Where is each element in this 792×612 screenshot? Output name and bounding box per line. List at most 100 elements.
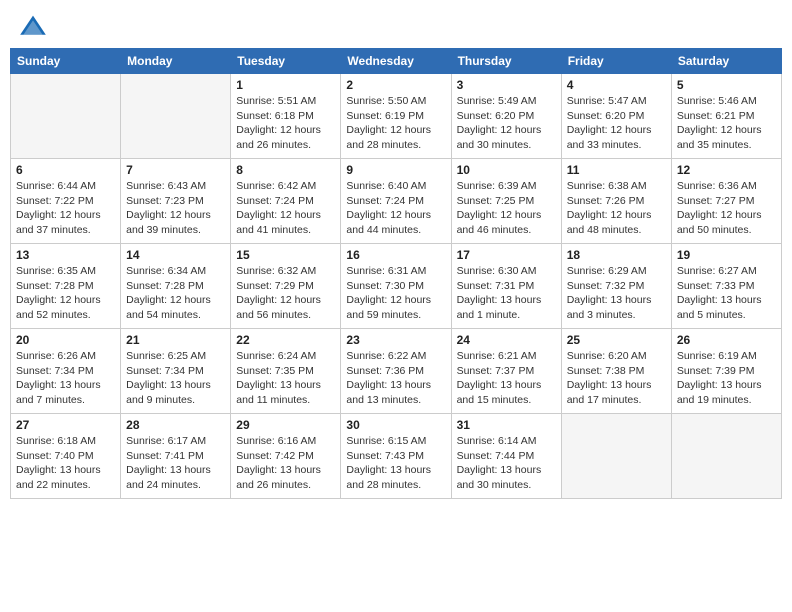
day-info: Sunrise: 6:44 AMSunset: 7:22 PMDaylight:… <box>16 179 115 238</box>
day-number: 3 <box>457 78 556 92</box>
day-info: Sunrise: 6:38 AMSunset: 7:26 PMDaylight:… <box>567 179 666 238</box>
day-info: Sunrise: 6:36 AMSunset: 7:27 PMDaylight:… <box>677 179 776 238</box>
day-info: Sunrise: 6:16 AMSunset: 7:42 PMDaylight:… <box>236 434 335 493</box>
day-number: 29 <box>236 418 335 432</box>
day-number: 31 <box>457 418 556 432</box>
calendar-cell: 15 Sunrise: 6:32 AMSunset: 7:29 PMDayligh… <box>231 244 341 329</box>
calendar-cell <box>11 74 121 159</box>
calendar-cell: 16 Sunrise: 6:31 AMSunset: 7:30 PMDayligh… <box>341 244 451 329</box>
calendar-cell: 13Sunrise: 6:35 AMSunset: 7:28 PMDayligh… <box>11 244 121 329</box>
calendar-cell: 8 Sunrise: 6:42 AMSunset: 7:24 PMDaylight… <box>231 159 341 244</box>
day-number: 4 <box>567 78 666 92</box>
day-number: 6 <box>16 163 115 177</box>
header-saturday: Saturday <box>671 49 781 74</box>
day-number: 16 <box>346 248 445 262</box>
day-info: Sunrise: 6:18 AMSunset: 7:40 PMDaylight:… <box>16 434 115 493</box>
calendar-cell: 27Sunrise: 6:18 AMSunset: 7:40 PMDayligh… <box>11 414 121 499</box>
calendar-cell: 14Sunrise: 6:34 AMSunset: 7:28 PMDayligh… <box>121 244 231 329</box>
week-row-4: 20Sunrise: 6:26 AMSunset: 7:34 PMDayligh… <box>11 329 782 414</box>
day-number: 19 <box>677 248 776 262</box>
header-sunday: Sunday <box>11 49 121 74</box>
day-info: Sunrise: 6:19 AMSunset: 7:39 PMDaylight:… <box>677 349 776 408</box>
day-info: Sunrise: 6:29 AMSunset: 7:32 PMDaylight:… <box>567 264 666 323</box>
day-number: 22 <box>236 333 335 347</box>
week-row-5: 27Sunrise: 6:18 AMSunset: 7:40 PMDayligh… <box>11 414 782 499</box>
day-number: 15 <box>236 248 335 262</box>
logo <box>18 14 52 38</box>
day-number: 5 <box>677 78 776 92</box>
calendar-cell: 28Sunrise: 6:17 AMSunset: 7:41 PMDayligh… <box>121 414 231 499</box>
day-info: Sunrise: 6:42 AMSunset: 7:24 PMDaylight:… <box>236 179 335 238</box>
day-info: Sunrise: 6:43 AMSunset: 7:23 PMDaylight:… <box>126 179 225 238</box>
day-info: Sunrise: 5:50 AMSunset: 6:19 PMDaylight:… <box>346 94 445 153</box>
day-number: 25 <box>567 333 666 347</box>
calendar-cell: 4 Sunrise: 5:47 AMSunset: 6:20 PMDaylight… <box>561 74 671 159</box>
day-number: 12 <box>677 163 776 177</box>
day-number: 28 <box>126 418 225 432</box>
week-row-1: 1 Sunrise: 5:51 AMSunset: 6:18 PMDaylight… <box>11 74 782 159</box>
calendar-cell: 31 Sunrise: 6:14 AMSunset: 7:44 PMDayligh… <box>451 414 561 499</box>
day-info: Sunrise: 6:24 AMSunset: 7:35 PMDaylight:… <box>236 349 335 408</box>
day-info: Sunrise: 6:21 AMSunset: 7:37 PMDaylight:… <box>457 349 556 408</box>
day-number: 8 <box>236 163 335 177</box>
day-info: Sunrise: 5:47 AMSunset: 6:20 PMDaylight:… <box>567 94 666 153</box>
day-number: 30 <box>346 418 445 432</box>
calendar-cell: 29 Sunrise: 6:16 AMSunset: 7:42 PMDayligh… <box>231 414 341 499</box>
calendar-table: SundayMondayTuesdayWednesdayThursdayFrid… <box>10 48 782 499</box>
calendar-cell: 20Sunrise: 6:26 AMSunset: 7:34 PMDayligh… <box>11 329 121 414</box>
calendar-cell: 10 Sunrise: 6:39 AMSunset: 7:25 PMDayligh… <box>451 159 561 244</box>
day-info: Sunrise: 6:15 AMSunset: 7:43 PMDaylight:… <box>346 434 445 493</box>
day-info: Sunrise: 6:30 AMSunset: 7:31 PMDaylight:… <box>457 264 556 323</box>
calendar-cell: 2 Sunrise: 5:50 AMSunset: 6:19 PMDaylight… <box>341 74 451 159</box>
day-number: 9 <box>346 163 445 177</box>
day-info: Sunrise: 6:39 AMSunset: 7:25 PMDaylight:… <box>457 179 556 238</box>
day-info: Sunrise: 6:40 AMSunset: 7:24 PMDaylight:… <box>346 179 445 238</box>
day-number: 1 <box>236 78 335 92</box>
day-number: 23 <box>346 333 445 347</box>
calendar-cell: 25 Sunrise: 6:20 AMSunset: 7:38 PMDayligh… <box>561 329 671 414</box>
calendar-cell <box>121 74 231 159</box>
day-info: Sunrise: 5:51 AMSunset: 6:18 PMDaylight:… <box>236 94 335 153</box>
day-number: 26 <box>677 333 776 347</box>
day-number: 24 <box>457 333 556 347</box>
calendar-cell: 5 Sunrise: 5:46 AMSunset: 6:21 PMDaylight… <box>671 74 781 159</box>
logo-icon <box>18 14 48 38</box>
day-info: Sunrise: 6:31 AMSunset: 7:30 PMDaylight:… <box>346 264 445 323</box>
header-wednesday: Wednesday <box>341 49 451 74</box>
calendar-cell: 26 Sunrise: 6:19 AMSunset: 7:39 PMDayligh… <box>671 329 781 414</box>
day-number: 10 <box>457 163 556 177</box>
week-row-2: 6 Sunrise: 6:44 AMSunset: 7:22 PMDaylight… <box>11 159 782 244</box>
day-info: Sunrise: 6:34 AMSunset: 7:28 PMDaylight:… <box>126 264 225 323</box>
day-info: Sunrise: 6:26 AMSunset: 7:34 PMDaylight:… <box>16 349 115 408</box>
day-info: Sunrise: 5:46 AMSunset: 6:21 PMDaylight:… <box>677 94 776 153</box>
calendar-cell: 21Sunrise: 6:25 AMSunset: 7:34 PMDayligh… <box>121 329 231 414</box>
day-info: Sunrise: 6:20 AMSunset: 7:38 PMDaylight:… <box>567 349 666 408</box>
page-header <box>10 10 782 42</box>
day-info: Sunrise: 6:25 AMSunset: 7:34 PMDaylight:… <box>126 349 225 408</box>
week-row-3: 13Sunrise: 6:35 AMSunset: 7:28 PMDayligh… <box>11 244 782 329</box>
calendar-cell: 3 Sunrise: 5:49 AMSunset: 6:20 PMDaylight… <box>451 74 561 159</box>
day-number: 7 <box>126 163 225 177</box>
day-info: Sunrise: 6:35 AMSunset: 7:28 PMDaylight:… <box>16 264 115 323</box>
calendar-cell: 24 Sunrise: 6:21 AMSunset: 7:37 PMDayligh… <box>451 329 561 414</box>
day-info: Sunrise: 6:14 AMSunset: 7:44 PMDaylight:… <box>457 434 556 493</box>
calendar-cell: 18Sunrise: 6:29 AMSunset: 7:32 PMDayligh… <box>561 244 671 329</box>
day-number: 2 <box>346 78 445 92</box>
calendar-cell: 9 Sunrise: 6:40 AMSunset: 7:24 PMDaylight… <box>341 159 451 244</box>
header-thursday: Thursday <box>451 49 561 74</box>
day-info: Sunrise: 6:27 AMSunset: 7:33 PMDaylight:… <box>677 264 776 323</box>
calendar-cell: 17Sunrise: 6:30 AMSunset: 7:31 PMDayligh… <box>451 244 561 329</box>
calendar-cell <box>671 414 781 499</box>
calendar-cell: 19 Sunrise: 6:27 AMSunset: 7:33 PMDayligh… <box>671 244 781 329</box>
header-monday: Monday <box>121 49 231 74</box>
calendar-cell: 7 Sunrise: 6:43 AMSunset: 7:23 PMDaylight… <box>121 159 231 244</box>
calendar-header-row: SundayMondayTuesdayWednesdayThursdayFrid… <box>11 49 782 74</box>
header-tuesday: Tuesday <box>231 49 341 74</box>
header-friday: Friday <box>561 49 671 74</box>
calendar-cell: 1 Sunrise: 5:51 AMSunset: 6:18 PMDaylight… <box>231 74 341 159</box>
day-number: 11 <box>567 163 666 177</box>
calendar-body: 1 Sunrise: 5:51 AMSunset: 6:18 PMDaylight… <box>11 74 782 499</box>
day-info: Sunrise: 6:22 AMSunset: 7:36 PMDaylight:… <box>346 349 445 408</box>
day-info: Sunrise: 5:49 AMSunset: 6:20 PMDaylight:… <box>457 94 556 153</box>
day-info: Sunrise: 6:32 AMSunset: 7:29 PMDaylight:… <box>236 264 335 323</box>
